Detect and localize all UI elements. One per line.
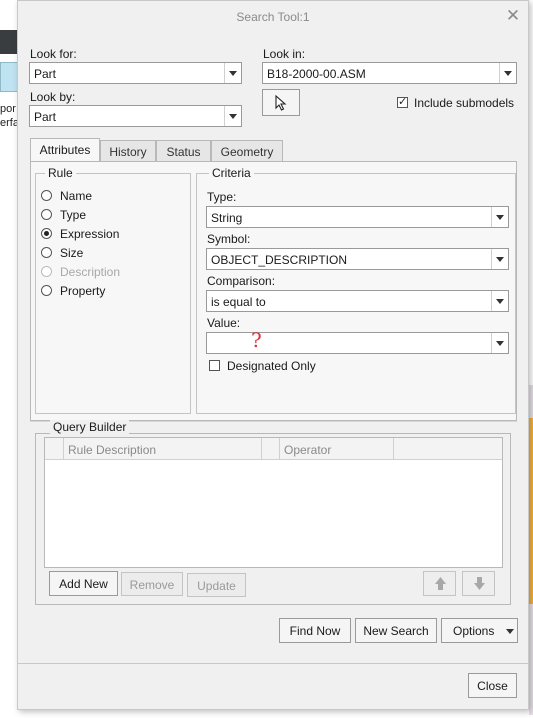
tab-attributes[interactable]: Attributes	[30, 138, 100, 162]
update-button[interactable]: Update	[187, 573, 246, 597]
dialog-title: Search Tool:1	[236, 10, 310, 24]
background-toolbar	[0, 30, 18, 54]
criteria-comparison-label: Comparison:	[207, 274, 276, 288]
rule-property-label: Property	[60, 284, 106, 298]
remove-button[interactable]: Remove	[121, 572, 183, 596]
search-tool-dialog: Search Tool:1 ✕ Look for: Part Look by: …	[17, 0, 529, 710]
select-model-button[interactable]	[262, 89, 300, 116]
criteria-comparison-value: is equal to	[211, 295, 266, 309]
tab-history[interactable]: History	[100, 140, 156, 162]
chevron-down-icon	[499, 63, 516, 83]
criteria-symbol-label: Symbol:	[207, 232, 251, 246]
close-icon[interactable]: ✕	[504, 6, 522, 26]
rule-group	[35, 173, 191, 414]
rule-name-label: Name	[60, 189, 93, 203]
background-text-fragment: erfa	[0, 117, 18, 129]
rule-property-radio[interactable]	[41, 285, 52, 296]
look-in-label: Look in:	[263, 47, 306, 61]
move-up-button[interactable]	[423, 571, 456, 596]
arrow-up-icon	[435, 577, 446, 590]
background-text-fragment: por	[0, 103, 16, 115]
query-table-header: Rule Description Operator	[45, 438, 502, 460]
look-by-label: Look by:	[30, 90, 76, 104]
include-submodels-checkbox[interactable]	[397, 95, 408, 108]
rule-group-title: Rule	[45, 166, 76, 180]
look-by-dropdown[interactable]: Part	[29, 105, 242, 127]
title-bar: Search Tool:1 ✕	[18, 1, 528, 33]
column-divider	[393, 438, 394, 459]
rule-expression-label: Expression	[60, 227, 120, 241]
look-in-value: B18-2000-00.ASM	[267, 67, 366, 81]
background-thumbnail	[0, 62, 18, 92]
look-for-dropdown[interactable]: Part	[29, 62, 242, 84]
include-submodels-label: Include submodels	[414, 96, 515, 110]
rule-type-radio[interactable]	[41, 209, 52, 220]
rule-name-radio[interactable]	[41, 190, 52, 201]
chevron-down-icon	[491, 207, 508, 227]
criteria-type-label: Type:	[207, 190, 237, 204]
new-search-button[interactable]: New Search	[355, 618, 437, 643]
column-header-rule-description[interactable]: Rule Description	[68, 443, 156, 457]
query-builder-title: Query Builder	[50, 420, 130, 434]
options-label: Options	[453, 624, 495, 638]
rule-description-radio	[41, 266, 52, 277]
column-divider	[63, 438, 64, 459]
criteria-value-label: Value:	[207, 316, 241, 330]
chevron-down-icon	[491, 333, 508, 353]
look-in-dropdown[interactable]: B18-2000-00.ASM	[262, 62, 517, 84]
criteria-symbol-value: OBJECT_DESCRIPTION	[211, 253, 348, 267]
close-button[interactable]: Close	[468, 673, 517, 698]
tab-status[interactable]: Status	[156, 140, 211, 162]
chevron-down-icon	[491, 291, 508, 311]
criteria-comparison-dropdown[interactable]: is equal to	[206, 290, 509, 312]
look-for-label: Look for:	[30, 47, 77, 61]
rule-type-label: Type	[60, 208, 87, 222]
footer-divider	[18, 663, 528, 664]
cursor-arrow-icon	[275, 94, 287, 111]
column-divider	[261, 438, 262, 459]
rule-size-label: Size	[60, 246, 84, 260]
query-table[interactable]: Rule Description Operator	[44, 437, 503, 568]
rule-expression-radio[interactable]	[41, 228, 52, 239]
add-new-button[interactable]: Add New	[49, 571, 118, 596]
background-edge-accent	[529, 418, 533, 604]
move-down-button[interactable]	[462, 571, 495, 596]
criteria-symbol-dropdown[interactable]: OBJECT_DESCRIPTION	[206, 248, 509, 270]
rule-size-radio[interactable]	[41, 247, 52, 258]
chevron-down-icon	[224, 63, 241, 83]
chevron-down-icon	[491, 249, 508, 269]
tab-geometry[interactable]: Geometry	[211, 140, 283, 162]
look-for-value: Part	[34, 67, 57, 81]
criteria-type-value: String	[211, 211, 243, 225]
column-header-operator[interactable]: Operator	[284, 443, 331, 457]
criteria-group-title: Criteria	[209, 166, 254, 180]
find-now-button[interactable]: Find Now	[279, 618, 351, 643]
rule-description-label: Description	[60, 265, 121, 279]
designated-only-label: Designated Only	[227, 359, 316, 373]
criteria-type-dropdown[interactable]: String	[206, 206, 509, 228]
options-menu-button[interactable]: Options	[441, 618, 518, 643]
question-mark-annotation: ?	[251, 328, 262, 352]
look-by-value: Part	[34, 110, 57, 124]
designated-only-checkbox[interactable]	[209, 360, 220, 371]
chevron-down-icon	[506, 629, 514, 634]
arrow-down-icon	[474, 577, 485, 590]
column-divider	[279, 438, 280, 459]
chevron-down-icon	[224, 106, 241, 126]
